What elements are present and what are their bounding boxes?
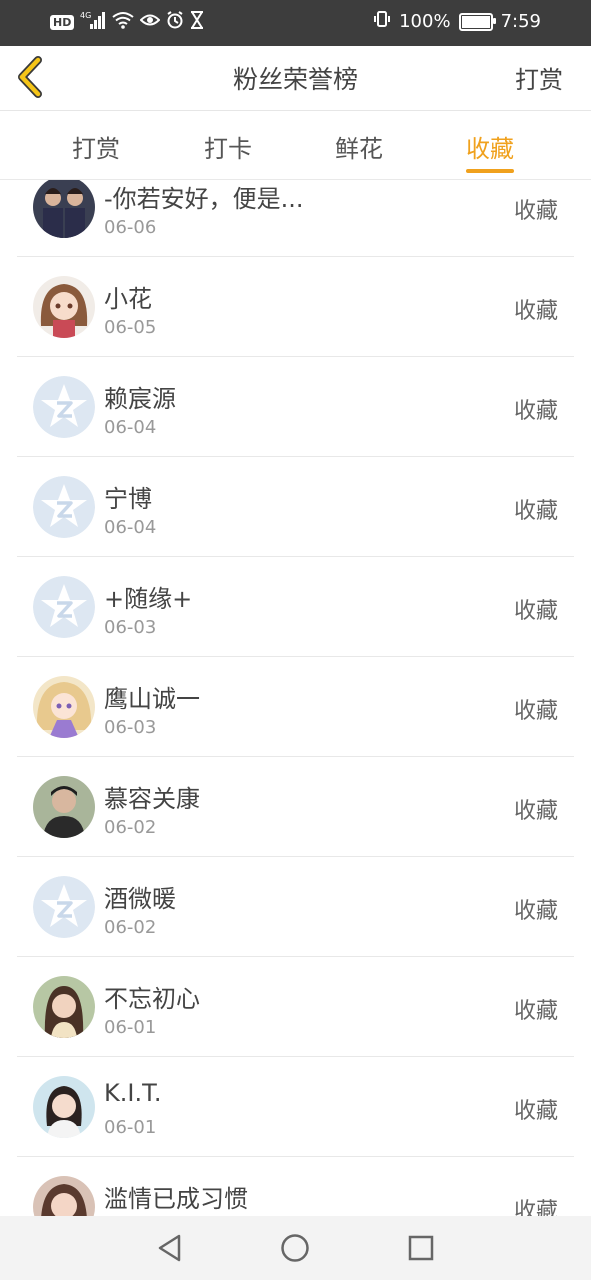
status-right: 100% 7:59 <box>373 10 541 33</box>
list-item[interactable]: -你若安好，便是... 06-06 收藏 <box>17 180 574 257</box>
list-item[interactable]: +随缘+ 06-03 收藏 <box>17 557 574 657</box>
tab-label: 收藏 <box>466 135 514 163</box>
list-item[interactable]: 慕容关康 06-02 收藏 <box>17 757 574 857</box>
action-label: 收藏 <box>513 899 558 924</box>
fan-name: 慕容关康 <box>104 785 200 813</box>
clock-time: 7:59 <box>500 11 541 32</box>
fan-name: 滥情已成习惯 <box>104 1185 248 1213</box>
list-item[interactable]: 滥情已成习惯 收藏 <box>17 1157 574 1216</box>
fan-name: 宁博 <box>104 485 152 513</box>
action-label: 收藏 <box>513 999 558 1024</box>
wifi-icon <box>112 11 134 34</box>
tab-bar: 打赏 打卡 鲜花 收藏 <box>0 111 591 180</box>
fan-date: 06-05 <box>104 317 157 338</box>
recents-square-icon <box>408 1235 434 1261</box>
system-back-button[interactable] <box>154 1232 186 1264</box>
avatar <box>33 276 95 338</box>
action-label: 收藏 <box>513 799 558 824</box>
list-item[interactable]: K.I.T. 06-01 收藏 <box>17 1057 574 1157</box>
action-label: 收藏 <box>513 499 558 524</box>
tab-checkin[interactable]: 打卡 <box>204 129 252 164</box>
header-bar: 粉丝荣誉榜 打赏 <box>0 46 591 111</box>
avatar <box>33 180 95 238</box>
svg-text:4G: 4G <box>80 11 91 20</box>
system-nav-bar <box>0 1216 591 1280</box>
fan-name: K.I.T. <box>104 1079 162 1107</box>
tab-label: 打赏 <box>72 135 120 163</box>
avatar <box>33 976 95 1038</box>
page-title: 粉丝荣誉榜 <box>232 65 358 94</box>
tab-reward[interactable]: 打赏 <box>72 129 120 164</box>
tab-label: 打卡 <box>204 135 252 163</box>
battery-percent: 100% <box>399 11 451 32</box>
fan-list: -你若安好，便是... 06-06 收藏 小花 06-05 收藏 赖宸源 06-… <box>0 180 591 1216</box>
list-item[interactable]: 酒微暖 06-02 收藏 <box>17 857 574 957</box>
fan-date: 06-02 <box>104 917 157 938</box>
fan-date: 06-03 <box>104 717 157 738</box>
fan-name: 赖宸源 <box>104 385 176 413</box>
list-item[interactable]: 赖宸源 06-04 收藏 <box>17 357 574 457</box>
fan-name: +随缘+ <box>104 585 193 613</box>
action-label: 收藏 <box>513 1099 558 1124</box>
vibrate-icon <box>373 10 391 33</box>
action-label: 收藏 <box>513 1199 558 1216</box>
tab-flowers[interactable]: 鲜花 <box>335 129 383 164</box>
action-label: 收藏 <box>513 299 558 324</box>
fan-list-viewport[interactable]: -你若安好，便是... 06-06 收藏 小花 06-05 收藏 赖宸源 06-… <box>0 180 591 1216</box>
fan-name: -你若安好，便是... <box>104 185 304 213</box>
battery-icon <box>458 12 496 31</box>
fan-date: 06-04 <box>104 417 157 438</box>
reward-button[interactable]: 打赏 <box>515 60 563 95</box>
fan-date: 06-02 <box>104 817 157 838</box>
avatar <box>33 1076 95 1138</box>
action-label: 收藏 <box>513 599 558 624</box>
fan-date: 06-01 <box>104 1017 157 1038</box>
back-triangle-icon <box>158 1234 181 1262</box>
system-recents-button[interactable] <box>405 1232 437 1264</box>
default-avatar-icon <box>33 376 95 438</box>
action-label: 收藏 <box>513 699 558 724</box>
default-avatar-icon <box>33 576 95 638</box>
fan-name: 鹰山诚一 <box>104 685 200 713</box>
fan-name: 不忘初心 <box>104 985 200 1013</box>
list-item[interactable]: 不忘初心 06-01 收藏 <box>17 957 574 1057</box>
eye-icon <box>139 12 161 33</box>
avatar <box>33 1176 95 1216</box>
home-circle-icon <box>281 1234 309 1262</box>
fan-name: 小花 <box>104 285 152 313</box>
status-left: HD 4G <box>50 10 204 35</box>
avatar <box>33 676 95 738</box>
tab-label: 鲜花 <box>335 135 383 163</box>
list-item[interactable]: 宁博 06-04 收藏 <box>17 457 574 557</box>
signal-4g-icon: 4G <box>80 10 106 35</box>
list-item[interactable]: 小花 06-05 收藏 <box>17 257 574 357</box>
alarm-icon <box>166 11 184 34</box>
list-item[interactable]: 鹰山诚一 06-03 收藏 <box>17 657 574 757</box>
fan-date: 06-06 <box>104 217 157 238</box>
action-label: 收藏 <box>513 399 558 424</box>
avatar <box>33 776 95 838</box>
hd-icon: HD <box>50 15 75 30</box>
hourglass-icon <box>190 11 204 34</box>
tab-favorites[interactable]: 收藏 <box>466 129 514 173</box>
status-bar: HD 4G 100% 7:59 <box>0 0 591 46</box>
fan-date: 06-04 <box>104 517 157 538</box>
fan-name: 酒微暖 <box>104 885 176 913</box>
system-home-button[interactable] <box>279 1232 311 1264</box>
default-avatar-icon <box>33 476 95 538</box>
tab-active-indicator <box>466 169 514 173</box>
fan-date: 06-03 <box>104 617 157 638</box>
default-avatar-icon <box>33 876 95 938</box>
action-label: 收藏 <box>513 199 558 224</box>
fan-date: 06-01 <box>104 1117 157 1138</box>
